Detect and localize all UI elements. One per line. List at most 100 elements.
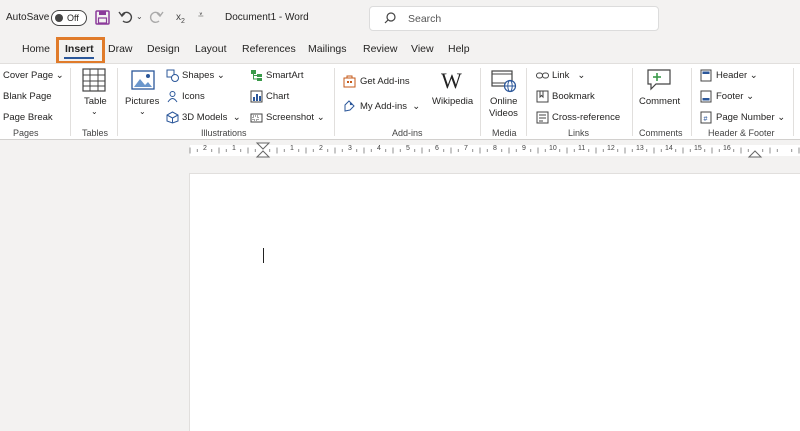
bookmark-icon bbox=[536, 90, 549, 106]
ruler-number: 13 bbox=[636, 145, 644, 152]
store-icon bbox=[343, 75, 356, 91]
search-placeholder: Search bbox=[408, 13, 442, 25]
document-title: Document1 - Word bbox=[225, 12, 309, 23]
shapes-label: Shapes bbox=[182, 70, 215, 81]
page-number-button[interactable]: Page Number ⌄ bbox=[716, 112, 785, 123]
group-label-links: Links bbox=[568, 128, 590, 138]
smartart-icon bbox=[250, 69, 263, 85]
link-label: Link bbox=[552, 70, 570, 81]
online-videos-label-2[interactable]: Videos bbox=[489, 108, 518, 119]
comment-icon[interactable] bbox=[646, 68, 672, 95]
tab-home[interactable]: Home bbox=[22, 43, 50, 55]
autosave-toggle[interactable]: Off bbox=[51, 10, 87, 26]
cover-page-button[interactable]: Cover Page ⌄ bbox=[3, 70, 64, 81]
divider bbox=[117, 68, 118, 136]
cover-page-label: Cover Page bbox=[3, 70, 54, 81]
shapes-icon bbox=[166, 69, 179, 85]
footer-button[interactable]: Footer ⌄ bbox=[716, 91, 754, 102]
page-number-icon: # bbox=[700, 111, 712, 127]
comment-button[interactable]: Comment bbox=[639, 96, 680, 107]
3d-models-button[interactable]: 3D Models ⌄ bbox=[182, 112, 241, 123]
shapes-button[interactable]: Shapes ⌄ bbox=[182, 70, 225, 81]
undo-icon[interactable] bbox=[118, 9, 134, 28]
ruler-number: 16 bbox=[723, 145, 731, 152]
cross-reference-icon bbox=[536, 111, 549, 127]
cross-reference-button[interactable]: Cross-reference bbox=[552, 112, 620, 123]
group-label-pages: Pages bbox=[13, 128, 39, 138]
ruler-number: 5 bbox=[406, 145, 410, 152]
ruler-number: 11 bbox=[578, 145, 586, 152]
ruler-number: 12 bbox=[607, 145, 615, 152]
smartart-button[interactable]: SmartArt bbox=[266, 70, 303, 81]
divider bbox=[632, 68, 633, 136]
tab-references[interactable]: References bbox=[242, 43, 296, 55]
tab-draw[interactable]: Draw bbox=[108, 43, 133, 55]
link-icon bbox=[536, 69, 549, 85]
search-box[interactable]: Search bbox=[369, 6, 659, 31]
pictures-dropdown-icon[interactable]: ⌄ bbox=[139, 107, 146, 116]
ruler-margin-number: 2 bbox=[203, 145, 207, 152]
link-button[interactable]: Link ⌄ bbox=[552, 70, 585, 81]
footer-icon bbox=[700, 90, 712, 106]
ribbon-tabs: Home Insert Draw Design Layout Reference… bbox=[0, 36, 800, 63]
screenshot-label: Screenshot bbox=[266, 112, 315, 123]
online-videos-label-1[interactable]: Online bbox=[490, 96, 517, 107]
table-button[interactable]: Table bbox=[84, 96, 107, 107]
tab-help[interactable]: Help bbox=[448, 43, 470, 55]
pictures-button[interactable]: Pictures bbox=[125, 96, 159, 107]
tab-layout[interactable]: Layout bbox=[195, 43, 227, 55]
header-label: Header bbox=[716, 70, 748, 81]
ruler-number: 7 bbox=[464, 145, 468, 152]
divider bbox=[793, 68, 794, 136]
3d-models-icon bbox=[166, 111, 179, 127]
tab-view[interactable]: View bbox=[411, 43, 434, 55]
group-label-comments: Comments bbox=[639, 128, 683, 138]
ruler-number: 1 bbox=[290, 145, 294, 152]
my-add-ins-icon bbox=[343, 100, 356, 116]
screenshot-icon bbox=[250, 111, 263, 127]
tab-design[interactable]: Design bbox=[147, 43, 180, 55]
page-break-button[interactable]: Page Break bbox=[3, 112, 53, 123]
undo-dropdown-icon[interactable]: ⌄ bbox=[136, 12, 143, 21]
ribbon: Cover Page ⌄ Blank Page Page Break Pages… bbox=[0, 63, 800, 140]
bookmark-button[interactable]: Bookmark bbox=[552, 91, 595, 102]
ruler-number: 2 bbox=[319, 145, 323, 152]
ruler-number: 15 bbox=[694, 145, 702, 152]
search-icon bbox=[384, 12, 396, 24]
tab-review[interactable]: Review bbox=[363, 43, 397, 55]
wikipedia-button[interactable]: Wikipedia bbox=[432, 96, 473, 107]
group-label-add-ins: Add-ins bbox=[392, 128, 423, 138]
get-add-ins-button[interactable]: Get Add-ins bbox=[360, 76, 410, 87]
toggle-knob bbox=[55, 14, 63, 22]
divider bbox=[691, 68, 692, 136]
table-icon[interactable] bbox=[82, 68, 106, 95]
customize-toolbar-icon[interactable]: ⩡ bbox=[198, 10, 204, 21]
icons-button[interactable]: Icons bbox=[182, 91, 205, 102]
3d-models-label: 3D Models bbox=[182, 112, 228, 123]
ruler-margin-number: 1 bbox=[232, 145, 236, 152]
title-bar: AutoSave Off ⌄ x2 ⩡ Document1 - Word Sea… bbox=[0, 0, 800, 36]
document-page[interactable] bbox=[189, 173, 800, 431]
text-cursor bbox=[263, 248, 264, 263]
subscript-icon[interactable]: x2 bbox=[176, 12, 185, 25]
wikipedia-icon[interactable]: W bbox=[441, 68, 462, 94]
group-label-illustrations: Illustrations bbox=[201, 128, 247, 138]
chart-icon bbox=[250, 90, 263, 106]
screenshot-button[interactable]: Screenshot ⌄ bbox=[266, 112, 325, 123]
online-videos-icon[interactable] bbox=[491, 69, 517, 96]
pictures-icon[interactable] bbox=[131, 70, 155, 95]
save-icon[interactable] bbox=[95, 10, 110, 28]
blank-page-button[interactable]: Blank Page bbox=[3, 91, 52, 102]
table-dropdown-icon[interactable]: ⌄ bbox=[91, 107, 98, 116]
chart-button[interactable]: Chart bbox=[266, 91, 289, 102]
ruler-number: 14 bbox=[665, 145, 673, 152]
ruler-number: 10 bbox=[549, 145, 557, 152]
horizontal-ruler[interactable]: 1 2 3 4 5 6 7 8 9 10 11 12 13 14 15 16 1 2 bbox=[0, 141, 800, 159]
redo-icon[interactable] bbox=[148, 9, 164, 28]
my-add-ins-button[interactable]: My Add-ins ⌄ bbox=[360, 101, 420, 112]
insert-tab-highlight bbox=[56, 37, 105, 64]
autosave-label: AutoSave bbox=[6, 12, 50, 23]
tab-mailings[interactable]: Mailings bbox=[308, 43, 347, 55]
header-button[interactable]: Header ⌄ bbox=[716, 70, 758, 81]
ruler-number: 8 bbox=[493, 145, 497, 152]
